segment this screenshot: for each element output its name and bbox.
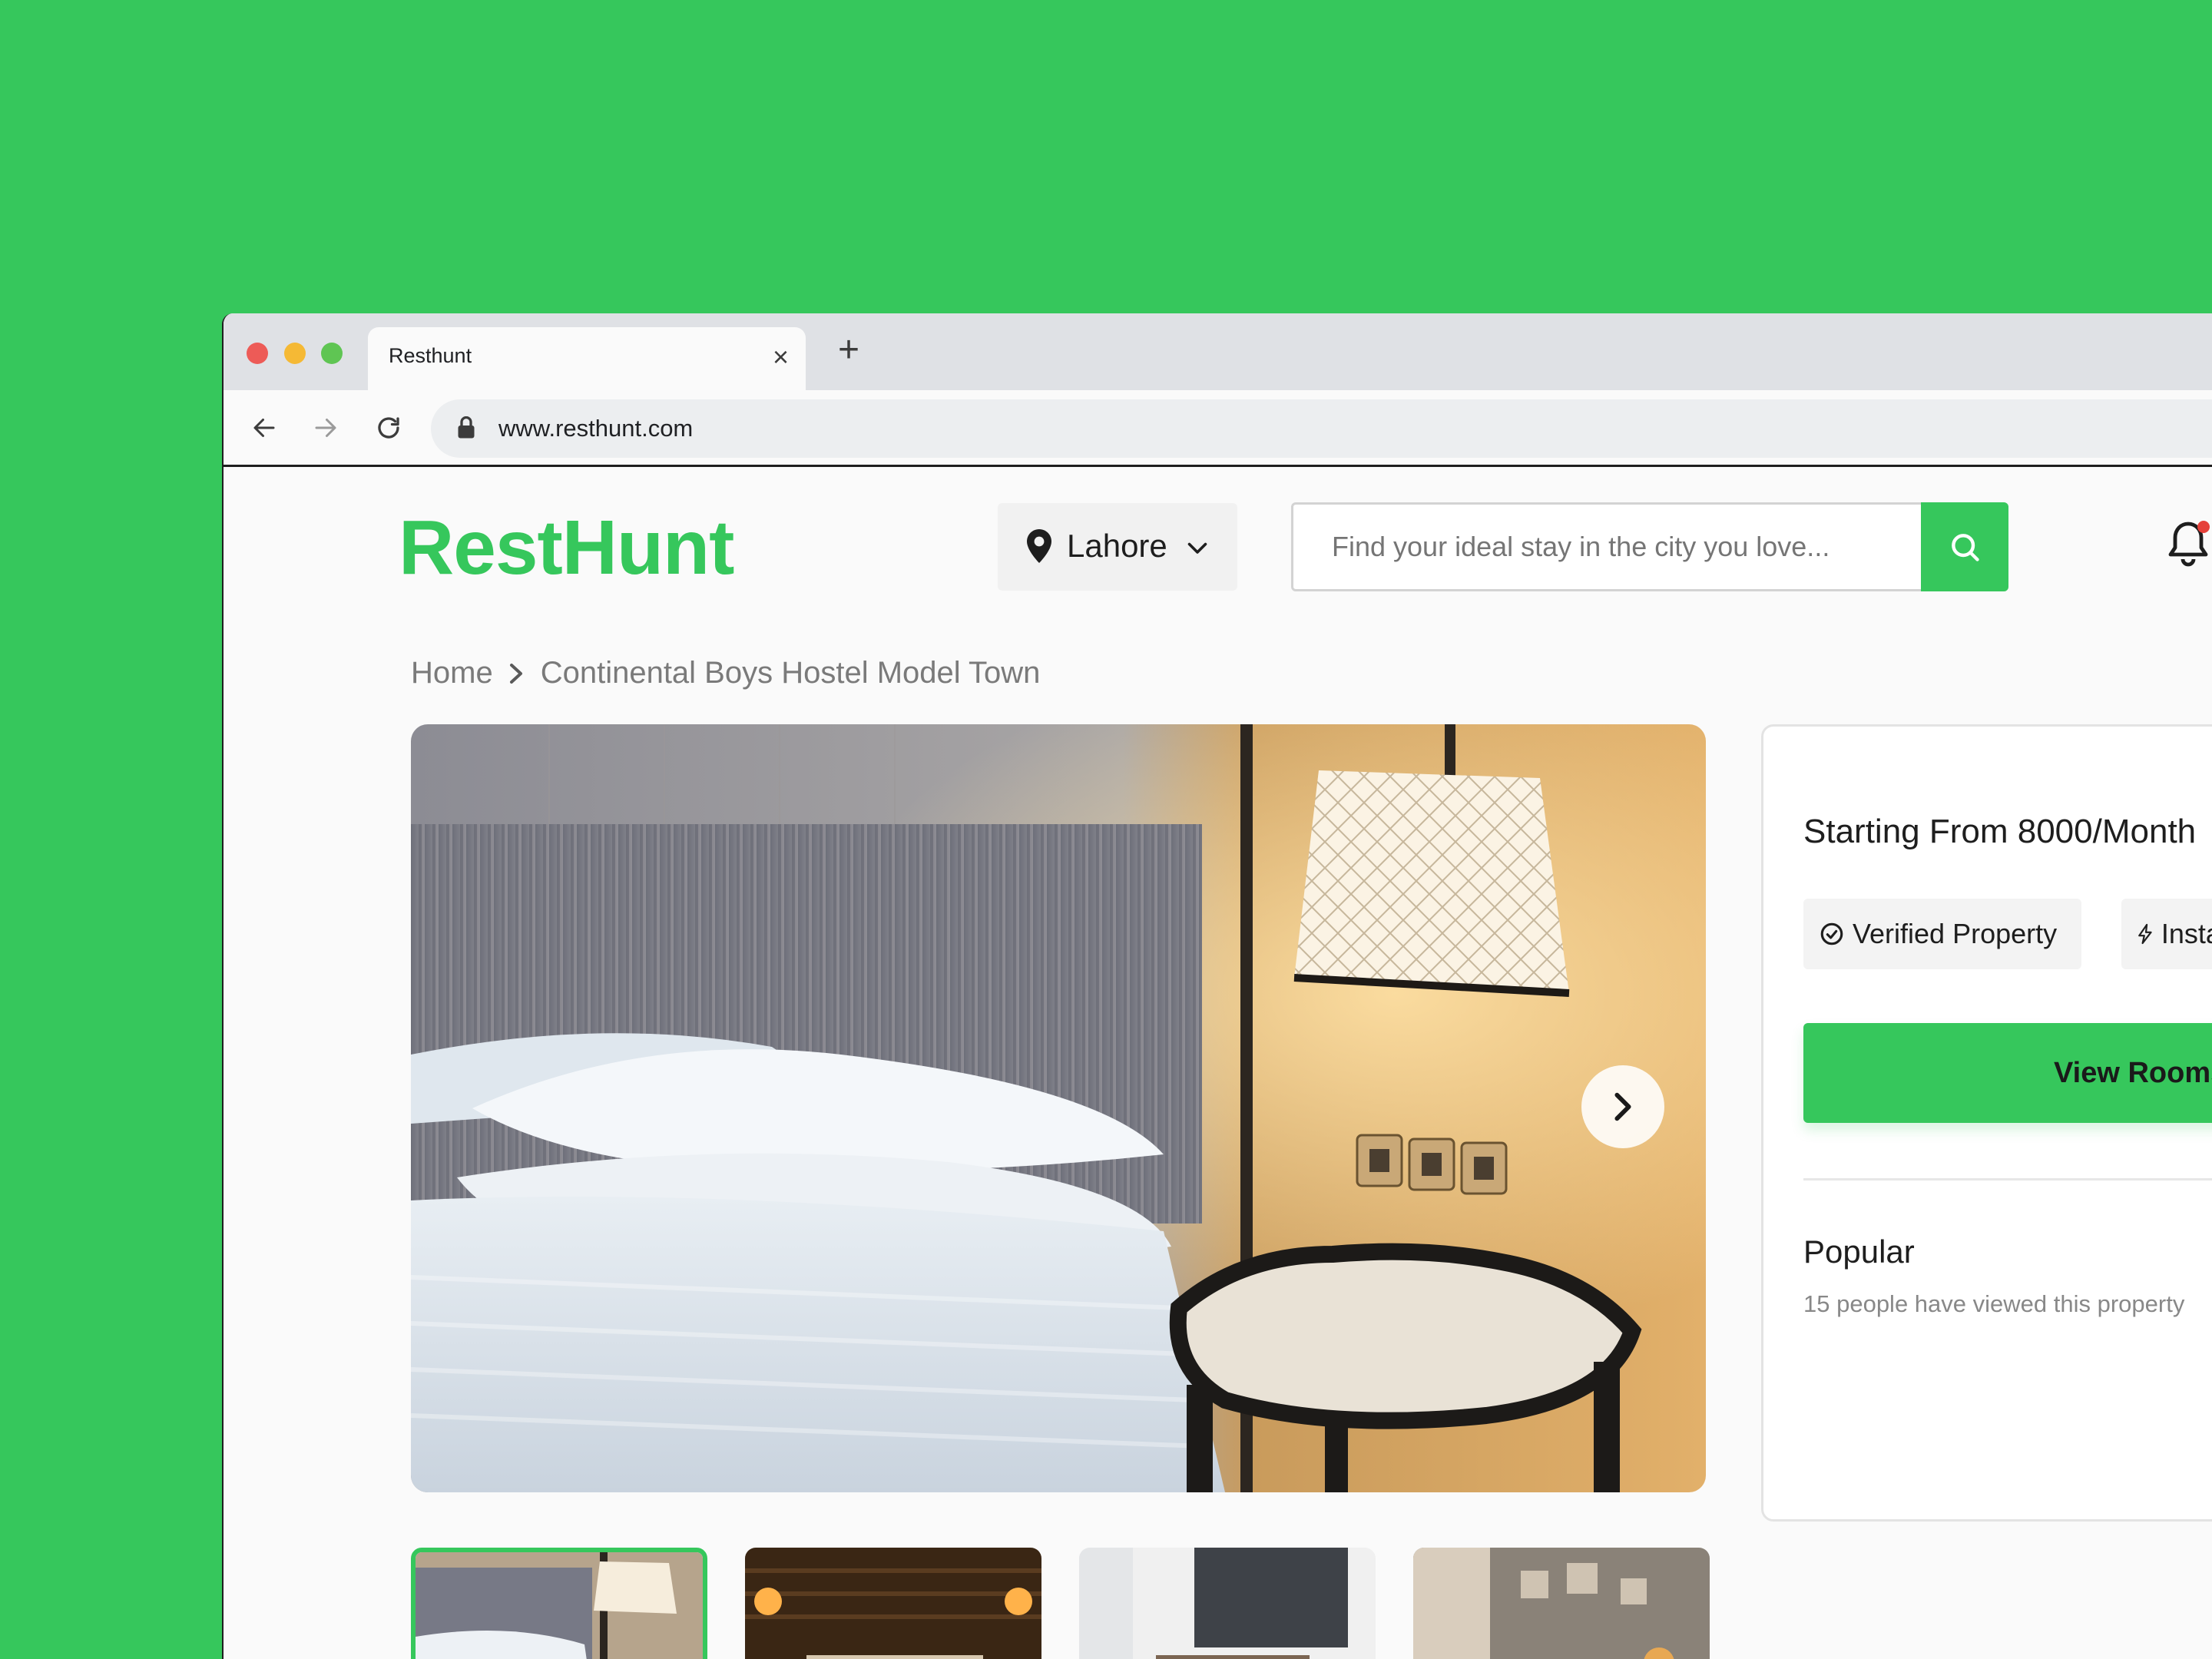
thumbnail-image bbox=[416, 1552, 703, 1659]
breadcrumb-home[interactable]: Home bbox=[411, 656, 493, 690]
booking-card: Starting From 8000/Month Verified Proper… bbox=[1761, 724, 2212, 1522]
popular-title: Popular bbox=[1803, 1233, 1915, 1270]
chevron-right-icon bbox=[1614, 1092, 1631, 1121]
minimize-window-button[interactable] bbox=[284, 343, 306, 364]
breadcrumb: Home Continental Boys Hostel Model Town bbox=[411, 656, 1040, 690]
instant-badge-label: Instant Booking bbox=[2161, 918, 2212, 949]
divider bbox=[1803, 1178, 2212, 1181]
browser-window: Resthunt × + www.resthunt.com RestHunt L… bbox=[222, 313, 2212, 1659]
close-window-button[interactable] bbox=[247, 343, 268, 364]
browser-tab[interactable]: Resthunt × bbox=[368, 327, 806, 392]
maximize-window-button[interactable] bbox=[321, 343, 343, 364]
new-tab-button[interactable]: + bbox=[838, 332, 859, 369]
tab-title: Resthunt bbox=[389, 344, 472, 367]
popular-text: 15 people have viewed this property bbox=[1803, 1290, 2185, 1317]
reload-icon[interactable] bbox=[369, 409, 408, 447]
back-icon[interactable] bbox=[245, 409, 283, 447]
url-text: www.resthunt.com bbox=[498, 415, 694, 442]
check-circle-icon bbox=[1820, 922, 1843, 945]
city-dropdown[interactable]: Lahore bbox=[998, 503, 1237, 591]
thumbnail-1[interactable] bbox=[411, 1548, 707, 1659]
site-logo[interactable]: RestHunt bbox=[399, 504, 734, 592]
tab-bar: Resthunt × + bbox=[224, 313, 2212, 392]
chevron-right-icon bbox=[507, 662, 527, 685]
instant-badge: Instant Booking bbox=[2121, 899, 2212, 969]
notification-dot bbox=[2197, 521, 2210, 533]
search-box bbox=[1291, 502, 2008, 591]
search-button[interactable] bbox=[1921, 502, 2008, 591]
bell-icon[interactable] bbox=[2165, 519, 2211, 574]
search-icon bbox=[1952, 534, 1979, 561]
thumbnail-image bbox=[745, 1548, 1041, 1659]
thumbnail-2[interactable] bbox=[745, 1548, 1041, 1659]
bedroom-photo bbox=[411, 724, 1706, 1492]
verified-badge: Verified Property bbox=[1803, 899, 2081, 969]
browser-toolbar: www.resthunt.com bbox=[224, 390, 2212, 467]
view-rooms-button[interactable]: View Rooms bbox=[1803, 1023, 2212, 1123]
breadcrumb-current: Continental Boys Hostel Model Town bbox=[540, 656, 1041, 690]
thumbnail-image bbox=[1079, 1548, 1376, 1659]
close-tab-icon[interactable]: × bbox=[773, 343, 789, 371]
price-text: Starting From 8000/Month bbox=[1803, 813, 2197, 850]
address-bar[interactable]: www.resthunt.com bbox=[431, 399, 2212, 458]
verified-badge-label: Verified Property bbox=[1853, 918, 2058, 949]
hero-image bbox=[411, 724, 1706, 1492]
next-image-button[interactable] bbox=[1581, 1065, 1664, 1148]
chevron-down-icon bbox=[1184, 534, 1211, 565]
location-pin-icon bbox=[1024, 528, 1055, 568]
thumbnail-image bbox=[1413, 1548, 1710, 1659]
search-input[interactable] bbox=[1332, 531, 1869, 563]
thumbnail-3[interactable] bbox=[1079, 1548, 1376, 1659]
lightning-icon bbox=[2138, 923, 2152, 945]
city-name: Lahore bbox=[1067, 528, 1167, 564]
forward-icon[interactable] bbox=[306, 409, 345, 447]
lock-icon bbox=[457, 416, 475, 443]
view-rooms-label: View Rooms bbox=[2054, 1057, 2212, 1089]
thumbnail-4[interactable] bbox=[1413, 1548, 1710, 1659]
